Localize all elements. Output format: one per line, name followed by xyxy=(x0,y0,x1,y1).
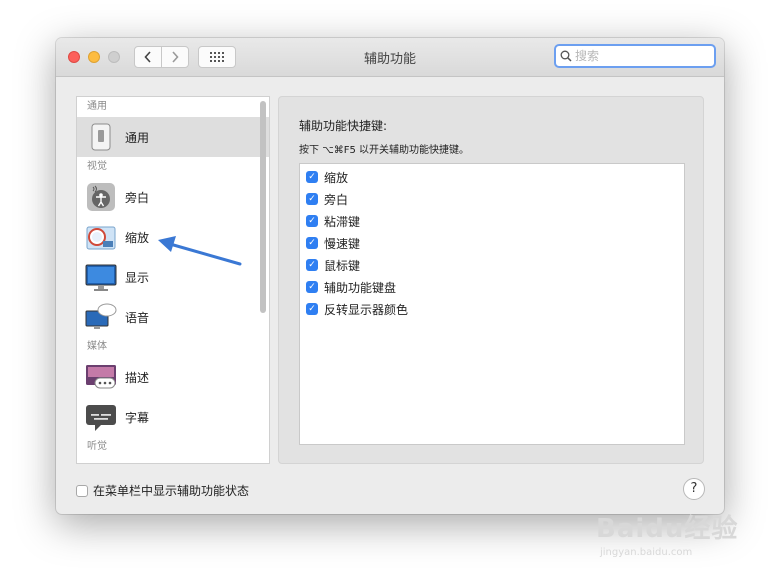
option-label: 慢速键 xyxy=(324,236,361,251)
captions-icon xyxy=(85,401,117,433)
help-button[interactable]: ? xyxy=(683,478,705,500)
option-label: 反转显示器颜色 xyxy=(324,302,409,317)
option-row-accessibility-keyboard[interactable]: ✓ 辅助功能键盘 xyxy=(300,276,684,298)
sidebar-item-descriptions[interactable]: 描述 xyxy=(77,357,269,397)
section-header-media: 媒体 xyxy=(87,341,107,352)
watermark: Baidu经验 jingyan.baidu.com xyxy=(596,508,756,578)
checkbox-checked-icon[interactable]: ✓ xyxy=(306,171,318,183)
section-header-vision: 视觉 xyxy=(87,161,107,172)
preferences-window: 辅助功能 通用 通用 视觉 旁白 缩放 xyxy=(56,38,724,514)
checkbox-checked-icon[interactable]: ✓ xyxy=(306,237,318,249)
sidebar-item-display[interactable]: 显示 xyxy=(77,257,269,297)
option-row-mouse-keys[interactable]: ✓ 鼠标键 xyxy=(300,254,684,276)
shortcut-options-list: ✓ 缩放 ✓ 旁白 ✓ 粘滞键 ✓ 慢速键 ✓ 鼠标键 ✓ 辅助功能键盘 ✓ 反转显示器颜色 xyxy=(299,163,685,445)
sidebar-item-speech[interactable]: 语音 xyxy=(77,297,269,337)
voiceover-icon xyxy=(85,181,117,213)
option-row-invert-colors[interactable]: ✓ 反转显示器颜色 xyxy=(300,298,684,320)
sidebar-item-label: 通用 xyxy=(125,130,150,145)
checkbox-checked-icon[interactable]: ✓ xyxy=(306,193,318,205)
sidebar-item-label: 语音 xyxy=(125,310,150,325)
shortcut-panel: 辅助功能快捷键: 按下 ⌥⌘F5 以开关辅助功能快捷键。 ✓ 缩放 ✓ 旁白 ✓ 粘滞… xyxy=(278,96,704,464)
menubar-status-label: 在菜单栏中显示辅助功能状态 xyxy=(93,484,250,498)
sidebar-item-label: 缩放 xyxy=(125,230,150,245)
descriptions-icon xyxy=(85,361,117,393)
option-row-voiceover[interactable]: ✓ 旁白 xyxy=(300,188,684,210)
option-label: 鼠标键 xyxy=(324,258,361,273)
zoom-icon xyxy=(85,221,117,253)
panel-title: 辅助功能快捷键: xyxy=(299,119,388,133)
checkbox-checked-icon[interactable]: ✓ xyxy=(306,303,318,315)
search-field[interactable] xyxy=(554,44,716,68)
option-row-sticky-keys[interactable]: ✓ 粘滞键 xyxy=(300,210,684,232)
speech-icon xyxy=(85,301,117,333)
display-icon xyxy=(85,261,117,293)
sidebar-item-voiceover[interactable]: 旁白 xyxy=(77,177,269,217)
watermark-url: jingyan.baidu.com xyxy=(600,547,693,558)
checkbox-checked-icon[interactable]: ✓ xyxy=(306,281,318,293)
option-label: 旁白 xyxy=(324,192,349,207)
checkbox-unchecked-icon[interactable] xyxy=(76,484,88,497)
sidebar-item-label: 描述 xyxy=(125,370,150,385)
checkbox-checked-icon[interactable]: ✓ xyxy=(306,215,318,227)
section-header-hearing: 听觉 xyxy=(87,441,107,452)
search-input[interactable] xyxy=(572,49,705,63)
sidebar-item-label: 旁白 xyxy=(125,190,150,205)
sidebar-item-captions[interactable]: 字幕 xyxy=(77,397,269,437)
general-icon xyxy=(85,121,117,153)
watermark-logo: Baidu经验 xyxy=(596,514,739,544)
option-label: 粘滞键 xyxy=(324,214,361,229)
menubar-status-checkbox[interactable]: 在菜单栏中显示辅助功能状态 xyxy=(76,482,249,499)
sidebar-item-zoom[interactable]: 缩放 xyxy=(77,217,269,257)
sidebar-scrollbar[interactable] xyxy=(260,101,266,313)
sidebar-item-general[interactable]: 通用 xyxy=(77,117,269,157)
sidebar-item-label: 显示 xyxy=(125,270,150,285)
checkbox-checked-icon[interactable]: ✓ xyxy=(306,259,318,271)
section-header-general: 通用 xyxy=(87,101,107,112)
panel-hint: 按下 ⌥⌘F5 以开关辅助功能快捷键。 xyxy=(299,145,469,156)
option-label: 缩放 xyxy=(324,170,349,185)
title-bar: 辅助功能 xyxy=(56,38,724,77)
option-row-slow-keys[interactable]: ✓ 慢速键 xyxy=(300,232,684,254)
search-icon xyxy=(560,50,572,62)
option-label: 辅助功能键盘 xyxy=(324,280,397,295)
sidebar-item-label: 字幕 xyxy=(125,410,150,425)
option-row-zoom[interactable]: ✓ 缩放 xyxy=(300,166,684,188)
sidebar[interactable]: 通用 通用 视觉 旁白 缩放 显示 语音 媒体 描述 字幕 听觉 xyxy=(76,96,270,464)
